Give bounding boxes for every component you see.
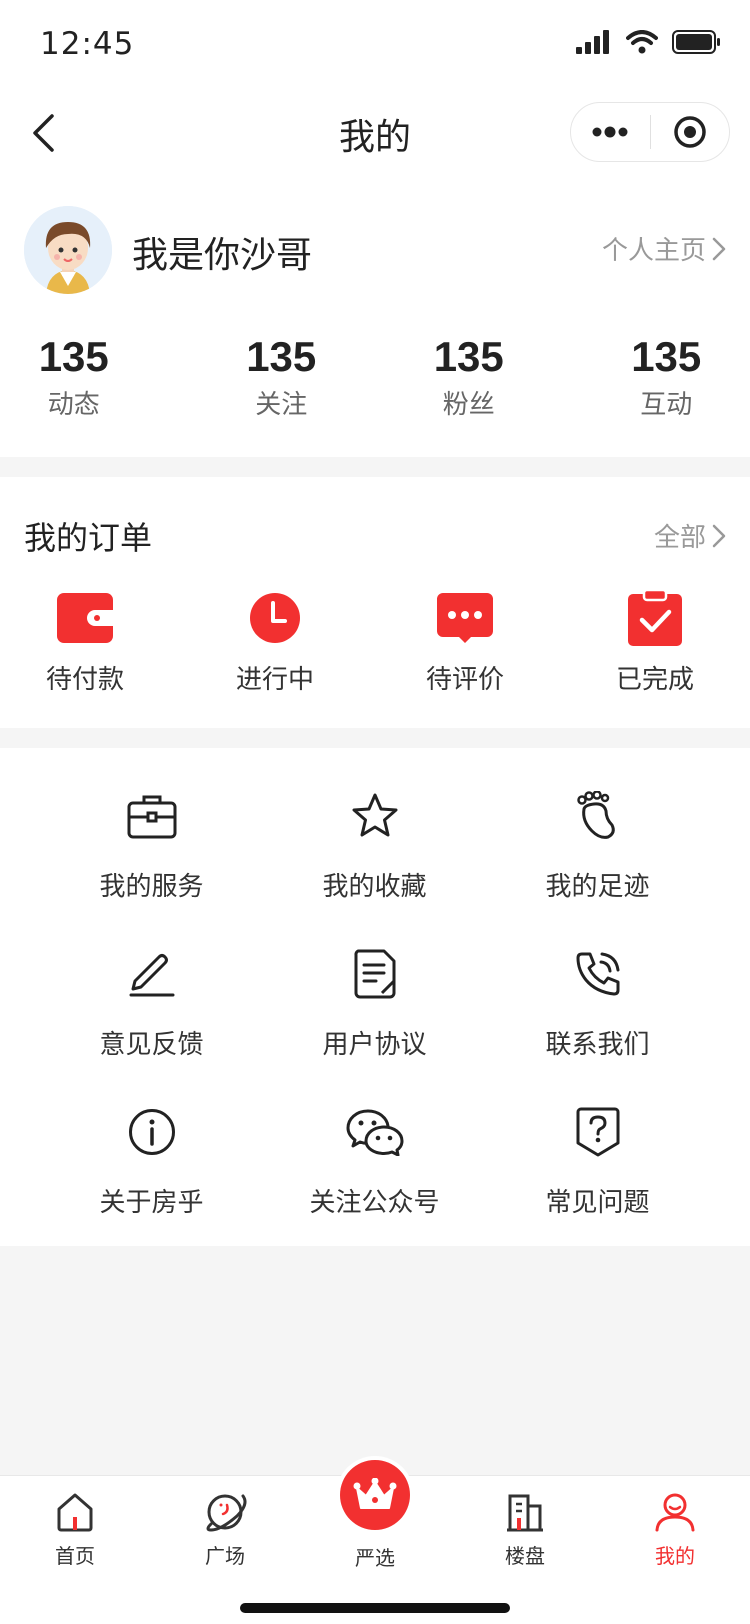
order-pending-payment[interactable]: 待付款 bbox=[0, 589, 180, 696]
orders-all-label: 全部 bbox=[653, 523, 706, 553]
avatar[interactable] bbox=[24, 206, 112, 294]
service-about[interactable]: 关于房乎 bbox=[40, 1104, 263, 1262]
order-label: 进行中 bbox=[235, 665, 314, 695]
pencil-icon bbox=[129, 954, 174, 997]
crown-icon bbox=[353, 1478, 397, 1509]
personal-homepage-link[interactable]: 个人主页 bbox=[602, 230, 726, 267]
wechat-icon bbox=[346, 1109, 403, 1156]
avatar-illustration bbox=[24, 206, 112, 294]
planet-icon bbox=[206, 1494, 247, 1532]
tab-properties[interactable]: 楼盘 bbox=[475, 1490, 575, 1569]
service-label: 我的足迹 bbox=[545, 872, 650, 902]
order-completed[interactable]: 已完成 bbox=[560, 589, 750, 696]
orders-all-link[interactable]: 全部 bbox=[654, 517, 726, 554]
stat-value: 135 bbox=[433, 333, 504, 380]
document-icon bbox=[353, 949, 395, 999]
briefcase-icon bbox=[127, 795, 176, 839]
service-label: 我的服务 bbox=[99, 872, 204, 902]
phone-icon bbox=[576, 952, 619, 996]
chevron-right-icon bbox=[712, 237, 726, 260]
status-bar: 12:45 bbox=[0, 0, 750, 90]
service-follow-official-account[interactable]: 关注公众号 bbox=[263, 1104, 486, 1262]
target-icon bbox=[674, 116, 706, 148]
footprint-icon bbox=[576, 791, 615, 839]
service-favorites[interactable]: 我的收藏 bbox=[263, 788, 486, 946]
tab-label: 我的 bbox=[655, 1544, 695, 1568]
stat-label: 互动 bbox=[640, 390, 693, 420]
nav-bar: 我的 bbox=[0, 90, 750, 182]
tab-label: 严选 bbox=[355, 1546, 395, 1570]
services-section: 我的服务 我的收藏 我的足迹 意见反馈 用户协议 联系我们 关于房乎 关注公众号… bbox=[0, 748, 750, 1246]
stat-value: 135 bbox=[38, 333, 109, 380]
service-faq[interactable]: 常见问题 bbox=[486, 1104, 709, 1262]
stat-posts[interactable]: 135 动态 bbox=[0, 332, 168, 421]
orders-title: 我的订单 bbox=[24, 519, 153, 557]
stat-following[interactable]: 135 关注 bbox=[188, 332, 376, 421]
clock-icon bbox=[250, 593, 300, 643]
building-icon bbox=[507, 1494, 543, 1532]
service-user-agreement[interactable]: 用户协议 bbox=[263, 946, 486, 1104]
orders-row: 待付款 进行中 待评价 已完成 bbox=[0, 589, 750, 696]
tab-plaza[interactable]: 广场 bbox=[175, 1490, 275, 1569]
tab-bar: 首页 广场 严选 楼盘 我的 bbox=[0, 1460, 750, 1624]
service-label: 常见问题 bbox=[545, 1188, 650, 1218]
username: 我是你沙哥 bbox=[132, 235, 313, 276]
stats-row: 135 动态 135 关注 135 粉丝 135 互动 bbox=[0, 332, 750, 421]
order-label: 已完成 bbox=[615, 665, 694, 695]
star-icon bbox=[352, 793, 397, 837]
stat-label: 关注 bbox=[255, 390, 308, 420]
service-label: 关于房乎 bbox=[99, 1188, 204, 1218]
service-footprints[interactable]: 我的足迹 bbox=[486, 788, 709, 946]
signal-icon bbox=[576, 30, 609, 54]
service-label: 联系我们 bbox=[545, 1030, 650, 1060]
home-icon bbox=[57, 1493, 93, 1532]
tab-label: 广场 bbox=[205, 1544, 245, 1568]
center-tab-button[interactable] bbox=[340, 1460, 410, 1530]
service-label: 我的收藏 bbox=[322, 872, 427, 902]
wallet-icon bbox=[57, 593, 113, 643]
tab-home[interactable]: 首页 bbox=[25, 1490, 125, 1569]
miniprogram-capsule bbox=[570, 102, 730, 162]
status-time: 12:45 bbox=[40, 26, 135, 62]
chevron-right-icon bbox=[712, 524, 726, 547]
stat-interactions[interactable]: 135 互动 bbox=[573, 332, 750, 421]
stat-value: 135 bbox=[631, 333, 702, 380]
page: 12:45 我的 我是你沙哥 个人主页 135 动态 135 关注 135 粉丝… bbox=[0, 0, 750, 1624]
order-pending-review[interactable]: 待评价 bbox=[370, 589, 560, 696]
tab-label: 楼盘 bbox=[505, 1544, 545, 1568]
service-label: 关注公众号 bbox=[309, 1188, 440, 1218]
profile-card: 我是你沙哥 个人主页 135 动态 135 关注 135 粉丝 135 互动 bbox=[0, 182, 750, 457]
question-shield-icon bbox=[576, 1107, 619, 1157]
stat-label: 动态 bbox=[47, 390, 100, 420]
service-my-services[interactable]: 我的服务 bbox=[40, 788, 263, 946]
orders-section: 我的订单 全部 待付款 进行中 待评价 已完成 bbox=[0, 477, 750, 728]
tab-mine[interactable]: 我的 bbox=[625, 1490, 725, 1569]
more-dots-icon bbox=[592, 126, 628, 138]
personal-homepage-label: 个人主页 bbox=[601, 236, 706, 266]
status-icons bbox=[576, 30, 722, 54]
close-miniprogram-button[interactable] bbox=[651, 102, 730, 162]
service-feedback[interactable]: 意见反馈 bbox=[40, 946, 263, 1104]
tab-label: 首页 bbox=[55, 1544, 95, 1568]
info-icon bbox=[128, 1109, 175, 1155]
battery-icon bbox=[672, 30, 720, 54]
stat-followers[interactable]: 135 粉丝 bbox=[375, 332, 563, 421]
comment-icon bbox=[437, 593, 493, 643]
tab-selected[interactable]: 严选 bbox=[340, 1460, 410, 1571]
service-contact-us[interactable]: 联系我们 bbox=[486, 946, 709, 1104]
order-label: 待评价 bbox=[425, 665, 504, 695]
stat-label: 粉丝 bbox=[442, 390, 495, 420]
service-label: 用户协议 bbox=[322, 1030, 427, 1060]
order-label: 待付款 bbox=[45, 665, 124, 695]
stat-value: 135 bbox=[246, 333, 317, 380]
more-button[interactable] bbox=[571, 102, 650, 162]
user-icon bbox=[655, 1493, 695, 1532]
wifi-icon bbox=[626, 30, 658, 54]
service-label: 意见反馈 bbox=[99, 1030, 204, 1060]
home-indicator bbox=[240, 1603, 510, 1613]
clipboard-check-icon bbox=[628, 590, 682, 646]
order-in-progress[interactable]: 进行中 bbox=[180, 589, 370, 696]
services-grid: 我的服务 我的收藏 我的足迹 意见反馈 用户协议 联系我们 关于房乎 关注公众号… bbox=[40, 788, 710, 1262]
